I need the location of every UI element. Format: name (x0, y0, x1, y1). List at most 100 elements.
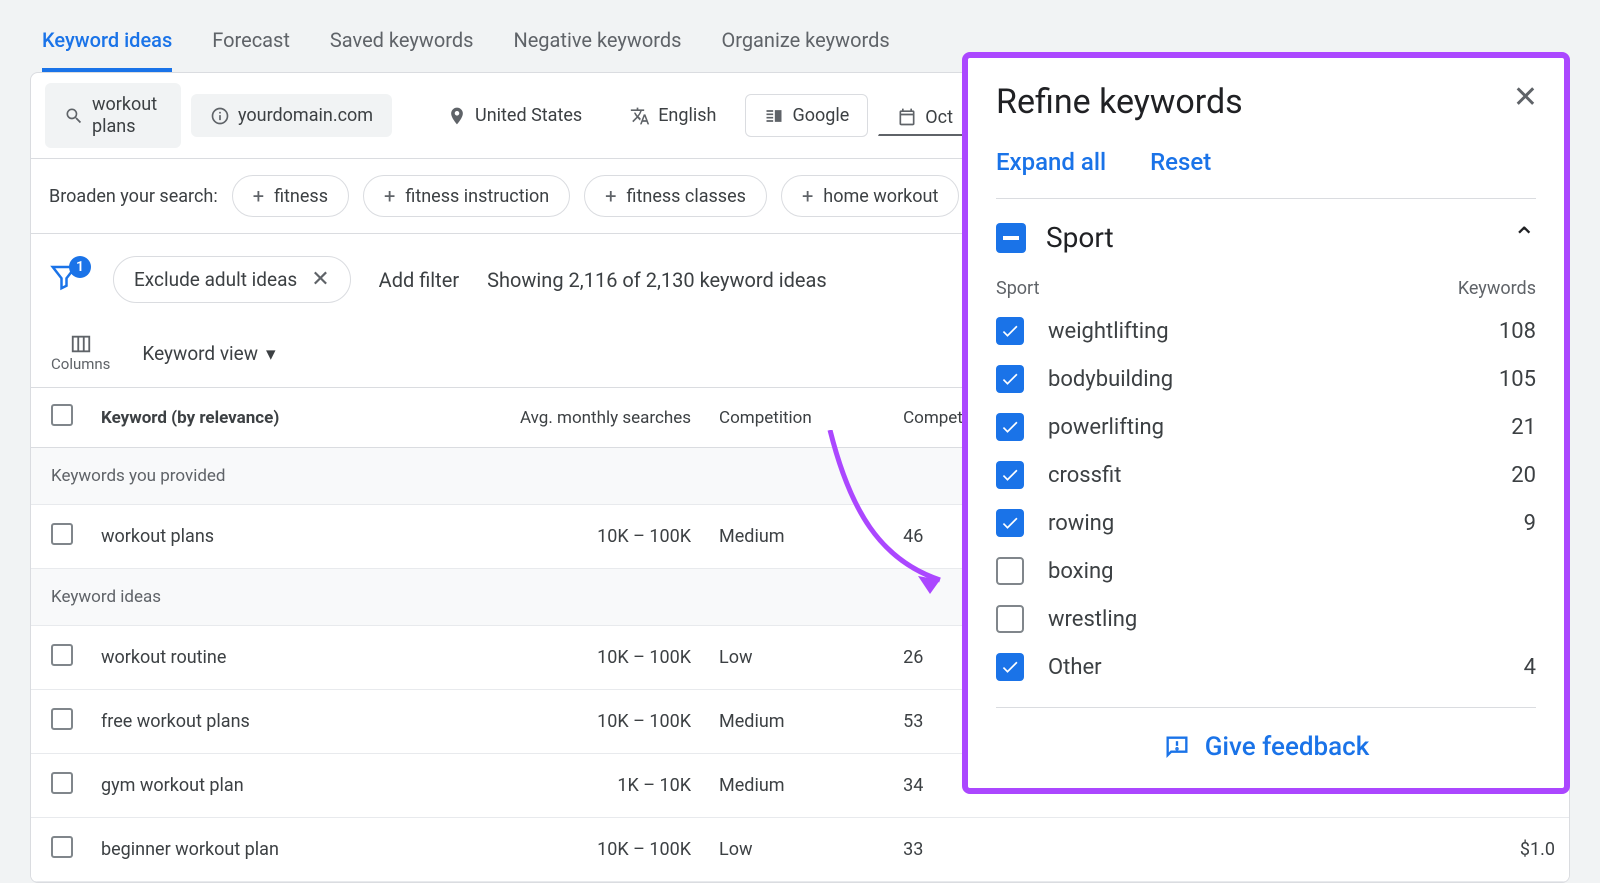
add-filter-button[interactable]: Add filter (379, 268, 459, 292)
item-count: 4 (1524, 655, 1536, 680)
location-pill[interactable]: United States (428, 94, 601, 137)
cell-competition: Low (705, 626, 889, 690)
showing-count: Showing 2,116 of 2,130 keyword ideas (487, 268, 827, 292)
domain-pill[interactable]: yourdomain.com (191, 94, 392, 137)
network-pill[interactable]: Google (745, 94, 868, 137)
exclude-adult-chip[interactable]: Exclude adult ideas ✕ (113, 256, 351, 303)
give-feedback-button[interactable]: Give feedback (996, 707, 1536, 762)
row-checkbox[interactable] (51, 708, 73, 730)
refine-item[interactable]: boxing (996, 547, 1536, 595)
item-label: powerlifting (1048, 415, 1487, 440)
plus-icon: + (253, 184, 264, 208)
row-checkbox[interactable] (51, 836, 73, 858)
cell-keyword: beginner workout plan (87, 818, 402, 882)
item-label: rowing (1048, 511, 1500, 536)
row-checkbox[interactable] (51, 772, 73, 794)
item-checkbox[interactable] (996, 365, 1024, 393)
reset-button[interactable]: Reset (1150, 148, 1211, 176)
search-term-text: workout plans (92, 94, 162, 137)
keyword-view-dropdown[interactable]: Keyword view ▾ (142, 342, 275, 365)
cell-competition: Low (705, 818, 889, 882)
sub-head-left: Sport (996, 278, 1040, 299)
row-checkbox[interactable] (51, 523, 73, 545)
expand-all-button[interactable]: Expand all (996, 148, 1106, 176)
table-row[interactable]: beginner workout plan 10K – 100K Low 33 … (31, 818, 1569, 882)
chevron-up-icon: ⌃ (1513, 221, 1536, 254)
select-all-checkbox[interactable] (51, 404, 73, 426)
col-keyword[interactable]: Keyword (by relevance) (87, 388, 402, 448)
item-label: weightlifting (1048, 319, 1475, 344)
item-count: 108 (1499, 319, 1536, 344)
chip-fitness[interactable]: +fitness (232, 175, 349, 217)
language-pill[interactable]: English (611, 94, 735, 137)
cell-keyword: workout plans (87, 505, 402, 569)
plus-icon: + (384, 184, 395, 208)
network-icon (764, 106, 784, 126)
filter-badge: 1 (69, 256, 91, 278)
item-label: boxing (1048, 559, 1512, 584)
cell-avg: 10K – 100K (402, 626, 705, 690)
refine-item[interactable]: bodybuilding 105 (996, 355, 1536, 403)
search-icon (64, 106, 84, 126)
broaden-label: Broaden your search: (49, 186, 218, 207)
cell-competition: Medium (705, 505, 889, 569)
cell-avg: 10K – 100K (402, 505, 705, 569)
date-pill[interactable]: Oct (878, 96, 972, 136)
cell-avg: 10K – 100K (402, 690, 705, 754)
item-checkbox[interactable] (996, 557, 1024, 585)
refine-item[interactable]: weightlifting 108 (996, 307, 1536, 355)
cell-competition: Medium (705, 754, 889, 818)
col-competition[interactable]: Competition (705, 388, 889, 448)
language-text: English (658, 105, 716, 126)
tab-organize-keywords[interactable]: Organize keywords (721, 28, 889, 72)
chip-home-workout[interactable]: +home workout (781, 175, 959, 217)
chip-fitness-classes[interactable]: +fitness classes (584, 175, 767, 217)
tab-negative-keywords[interactable]: Negative keywords (513, 28, 681, 72)
calendar-icon (897, 107, 917, 127)
item-checkbox[interactable] (996, 461, 1024, 489)
search-term-pill[interactable]: workout plans (45, 83, 181, 148)
close-button[interactable]: ✕ (1513, 80, 1538, 115)
columns-button[interactable]: Columns (51, 333, 110, 373)
group-title: Sport (1046, 221, 1493, 254)
item-label: crossfit (1048, 463, 1487, 488)
close-icon[interactable]: ✕ (311, 267, 329, 292)
row-checkbox[interactable] (51, 644, 73, 666)
col-avg[interactable]: Avg. monthly searches (402, 388, 705, 448)
cell-keyword: free workout plans (87, 690, 402, 754)
chip-fitness-instruction[interactable]: +fitness instruction (363, 175, 570, 217)
refine-item[interactable]: powerlifting 21 (996, 403, 1536, 451)
item-checkbox[interactable] (996, 509, 1024, 537)
refine-item[interactable]: wrestling (996, 595, 1536, 643)
cell-keyword: workout routine (87, 626, 402, 690)
item-checkbox[interactable] (996, 413, 1024, 441)
cell-keyword: gym workout plan (87, 754, 402, 818)
pin-icon (447, 106, 467, 126)
item-checkbox[interactable] (996, 605, 1024, 633)
feedback-icon (1163, 733, 1191, 761)
network-text: Google (792, 105, 849, 126)
refine-title: Refine keywords (996, 82, 1536, 122)
partial-checkbox[interactable] (996, 223, 1026, 253)
translate-icon (630, 106, 650, 126)
cell-comp-index: 33 (889, 818, 1255, 882)
refine-item[interactable]: Other 4 (996, 643, 1536, 691)
location-text: United States (475, 105, 582, 126)
plus-icon: + (605, 184, 616, 208)
tab-forecast[interactable]: Forecast (212, 28, 290, 72)
date-text: Oct (925, 107, 953, 128)
domain-text: yourdomain.com (238, 105, 373, 126)
item-checkbox[interactable] (996, 653, 1024, 681)
group-header[interactable]: Sport ⌃ (996, 198, 1536, 268)
item-count: 20 (1511, 463, 1536, 488)
tab-saved-keywords[interactable]: Saved keywords (330, 28, 474, 72)
filter-button[interactable]: 1 (49, 262, 85, 298)
plus-icon: + (802, 184, 813, 208)
sub-head-right: Keywords (1458, 278, 1536, 299)
refine-item[interactable]: crossfit 20 (996, 451, 1536, 499)
tab-keyword-ideas[interactable]: Keyword ideas (42, 28, 172, 72)
refine-item[interactable]: rowing 9 (996, 499, 1536, 547)
item-checkbox[interactable] (996, 317, 1024, 345)
columns-icon (68, 333, 94, 355)
cell-competition: Medium (705, 690, 889, 754)
